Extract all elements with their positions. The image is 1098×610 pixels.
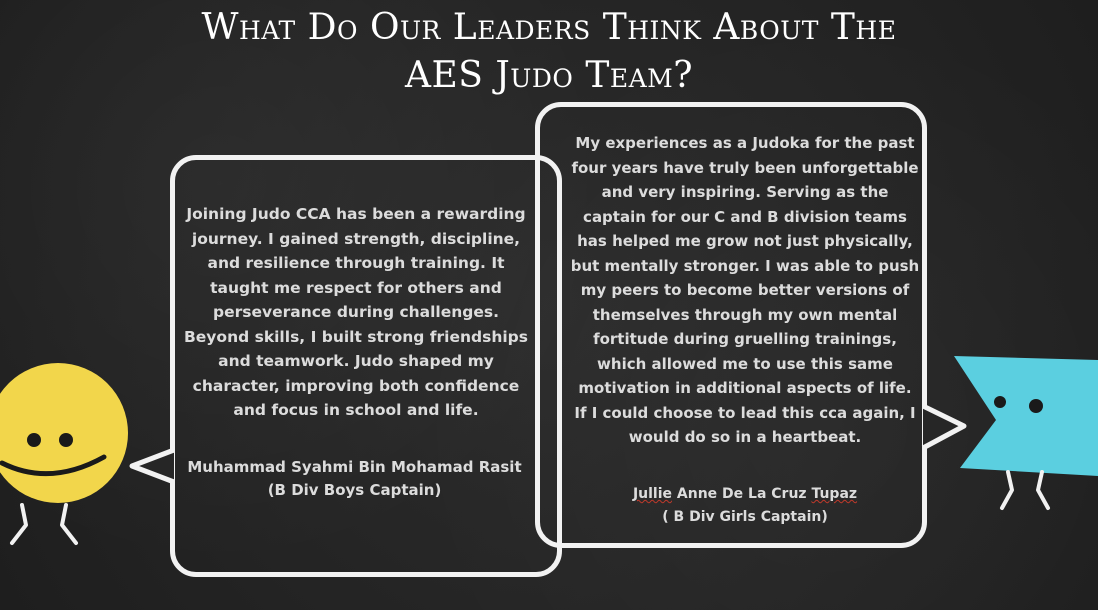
blue-character	[954, 356, 1098, 510]
right-author-name: Jullie Anne De La Cruz Tupaz	[580, 483, 910, 506]
right-author-role: ( B Div Girls Captain)	[662, 509, 828, 525]
right-quote-text: My experiences as a Judoka for the past …	[570, 134, 920, 446]
blue-left-leg	[1000, 470, 1014, 510]
right-author-first-name: Jullie	[632, 486, 673, 502]
right-leg	[60, 503, 78, 545]
right-author-middle-name: Anne De La Cruz	[672, 486, 812, 502]
blue-left-eye	[994, 396, 1006, 408]
left-author-name: Muhammad Syahmi Bin Mohamad Rasit	[187, 458, 522, 476]
blue-right-eye	[1029, 399, 1043, 413]
left-author: Muhammad Syahmi Bin Mohamad Rasit (B Div…	[172, 456, 537, 502]
left-author-role: (B Div Boys Captain)	[267, 481, 442, 499]
yellow-face	[0, 363, 128, 503]
title-line-1: What Do Our Leaders Think About The	[201, 7, 897, 48]
left-eye	[27, 433, 41, 447]
right-author: Jullie Anne De La Cruz Tupaz ( B Div Gir…	[580, 483, 910, 529]
left-leg	[10, 503, 28, 545]
blue-body	[954, 356, 1098, 476]
yellow-smiley-character	[0, 363, 128, 545]
right-author-last-name: Tupaz	[811, 486, 858, 502]
blue-right-leg	[1036, 470, 1050, 510]
left-quote-text: Joining Judo CCA has been a rewarding jo…	[183, 205, 528, 419]
right-eye	[59, 433, 73, 447]
slide-title: What Do Our Leaders Think About The AES …	[0, 4, 1098, 100]
title-line-2: AES Judo Team?	[404, 55, 694, 96]
